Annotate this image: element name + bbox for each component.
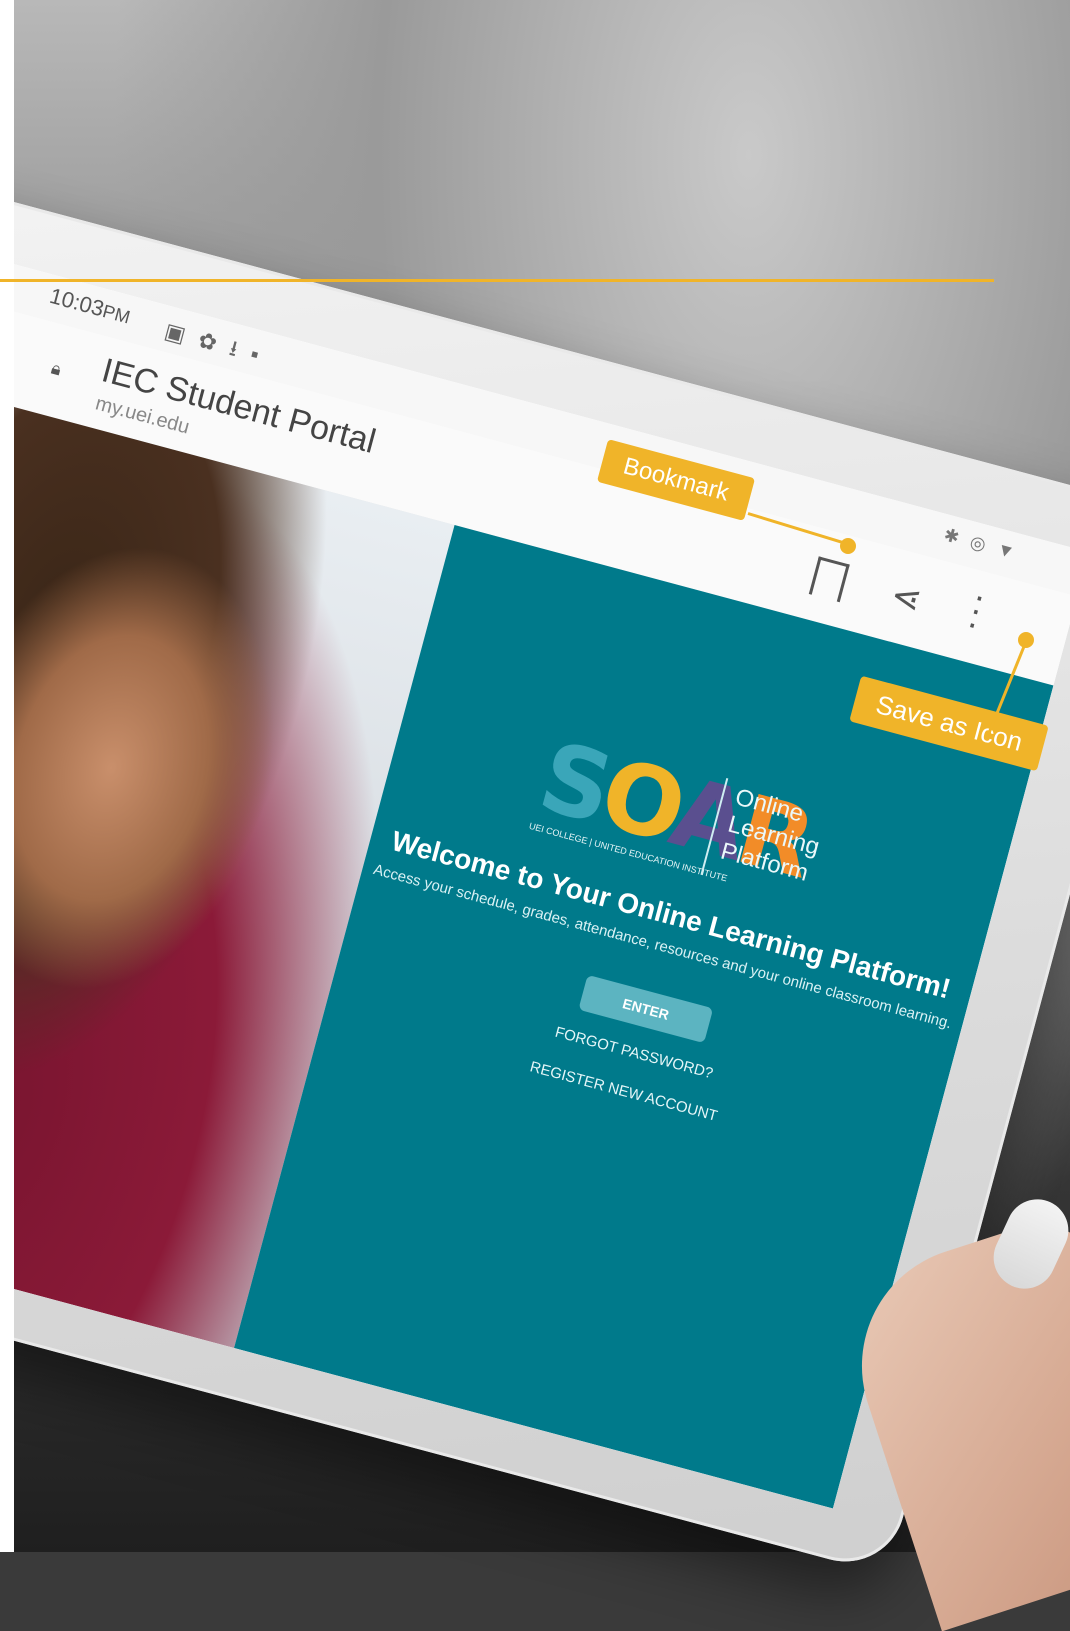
wifi-icon: ▼ [994, 538, 1029, 566]
more-menu-icon[interactable]: · · · [962, 575, 991, 645]
status-time-value: 10:03 [47, 282, 107, 322]
share-icon[interactable]: ⋖ [886, 573, 927, 621]
callout-save-dot [1018, 632, 1034, 648]
lock-icon: 🔒︎ [49, 357, 64, 380]
accent-rule [0, 279, 994, 282]
bookmark-icon[interactable] [808, 556, 850, 603]
callout-bookmark-dot [840, 538, 856, 554]
status-time: 10:03PM [47, 283, 133, 329]
status-right-icons: ✱◎▼ [941, 524, 1029, 566]
left-margin-strip [0, 0, 14, 1552]
register-account-link[interactable]: REGISTER NEW ACCOUNT [322, 1003, 925, 1180]
status-ampm: PM [100, 300, 133, 328]
app-icon: ▪ [247, 340, 276, 371]
enter-button[interactable]: ENTER [578, 974, 714, 1044]
